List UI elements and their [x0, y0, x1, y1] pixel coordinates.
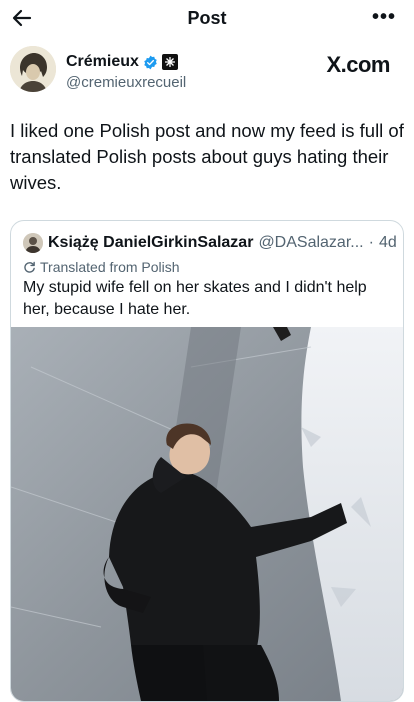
quoted-author-handle[interactable]: @DASalazar... — [258, 234, 363, 252]
quoted-post-time: 4d — [378, 234, 397, 251]
affiliate-org-icon[interactable] — [161, 54, 178, 70]
post-text: I liked one Polish post and now my feed … — [10, 120, 404, 193]
quoted-post-header: Książę DanielGirkinSalazar @DASalazar...… — [23, 233, 397, 253]
author-handle[interactable]: @cremieuxrecueil — [66, 74, 186, 91]
post-photo[interactable] — [11, 327, 403, 701]
top-bar: Post ••• — [0, 0, 414, 36]
avatar[interactable] — [10, 46, 56, 92]
translated-label-text: Translated from Polish — [40, 259, 180, 275]
more-horizontal-icon[interactable]: ••• — [372, 6, 396, 29]
site-label: X.com — [326, 52, 390, 77]
quoted-author-name[interactable]: Książę DanielGirkinSalazar — [48, 234, 253, 252]
quoted-post-text: My stupid wife fell on her skates and I … — [23, 279, 367, 318]
time-separator: · — [368, 234, 374, 251]
quoted-avatar[interactable] — [23, 233, 43, 253]
translated-label[interactable]: Translated from Polish — [23, 259, 180, 275]
translate-icon — [24, 261, 35, 273]
author-name-row: Crémieux — [66, 53, 178, 71]
page-title: Post — [187, 8, 227, 28]
verified-badge-icon — [144, 55, 157, 69]
author-name[interactable]: Crémieux — [66, 53, 139, 71]
post-author: Crémieux @cremieuxrecueil X.com — [10, 46, 404, 102]
quoted-post[interactable]: Książę DanielGirkinSalazar @DASalazar...… — [10, 220, 404, 702]
